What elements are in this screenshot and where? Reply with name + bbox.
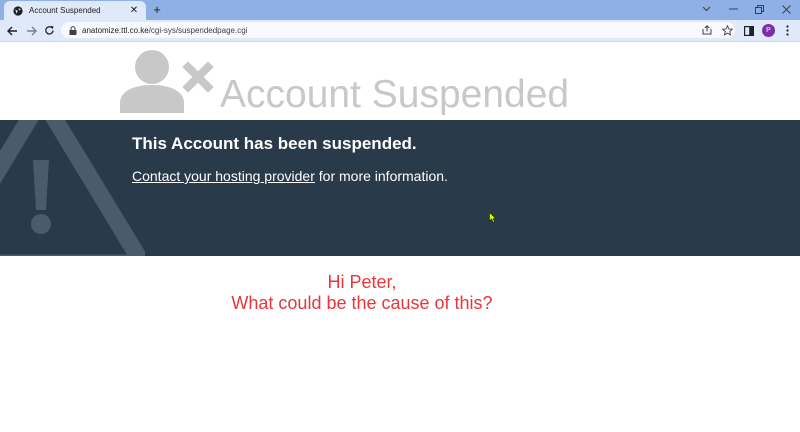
reload-icon — [45, 26, 54, 35]
forward-button[interactable] — [24, 23, 39, 38]
restore-icon — [754, 4, 764, 14]
globe-icon — [13, 5, 23, 16]
chevron-down-icon — [702, 6, 710, 12]
warning-icon — [0, 120, 145, 256]
address-bar[interactable]: anatomize.ttl.co.ke/cgi-sys/suspendedpag… — [61, 22, 735, 38]
tab-close-icon[interactable]: ✕ — [128, 5, 140, 17]
mouse-cursor-icon — [489, 212, 497, 223]
browser-titlebar: Account Suspended ✕ + — [0, 0, 800, 20]
message-line-2: What could be the cause of this? — [231, 293, 493, 313]
close-window-button[interactable] — [773, 0, 799, 18]
back-arrow-icon — [7, 26, 17, 35]
url-text: anatomize.ttl.co.ke/cgi-sys/suspendedpag… — [82, 26, 247, 35]
banner-rest-text: for more information. — [314, 168, 448, 184]
page-title: Account Suspended — [220, 73, 570, 116]
suspended-banner: This Account has been suspended. Contact… — [0, 120, 800, 256]
side-panel-icon — [743, 25, 754, 36]
contact-hosting-link[interactable]: Contact your hosting provider — [132, 168, 315, 184]
browser-menu-button[interactable] — [780, 23, 795, 38]
tab-title: Account Suspended — [29, 6, 101, 15]
share-button[interactable] — [701, 24, 713, 36]
more-vertical-icon — [786, 25, 789, 36]
new-tab-button[interactable]: + — [150, 3, 164, 17]
forward-arrow-icon — [27, 26, 37, 35]
url-host: anatomize.ttl.co.ke — [82, 25, 149, 35]
minimize-icon — [728, 8, 738, 10]
browser-tab[interactable]: Account Suspended ✕ — [4, 1, 146, 20]
side-panel-button[interactable] — [741, 23, 756, 38]
reload-button[interactable] — [42, 23, 57, 38]
user-remove-icon — [120, 50, 214, 113]
web-page: Account Suspended This Account has been … — [0, 42, 800, 432]
profile-avatar[interactable]: P — [762, 24, 775, 37]
message-line-1: Hi Peter, — [327, 272, 397, 292]
lock-icon — [69, 25, 77, 35]
minimize-button[interactable] — [720, 0, 746, 18]
user-message: Hi Peter, What could be the cause of thi… — [0, 272, 724, 314]
banner-text: Contact your hosting provider for more i… — [132, 168, 448, 184]
bookmark-button[interactable] — [721, 24, 733, 36]
browser-toolbar: anatomize.ttl.co.ke/cgi-sys/suspendedpag… — [0, 20, 800, 42]
tab-search-button[interactable] — [693, 0, 719, 18]
star-icon — [721, 24, 733, 36]
close-icon — [781, 4, 791, 14]
back-button[interactable] — [5, 23, 20, 38]
url-path: /cgi-sys/suspendedpage.cgi — [148, 25, 248, 35]
banner-heading: This Account has been suspended. — [132, 134, 417, 153]
restore-button[interactable] — [746, 0, 772, 18]
share-icon — [702, 25, 712, 35]
page-header: Account Suspended — [0, 42, 800, 120]
